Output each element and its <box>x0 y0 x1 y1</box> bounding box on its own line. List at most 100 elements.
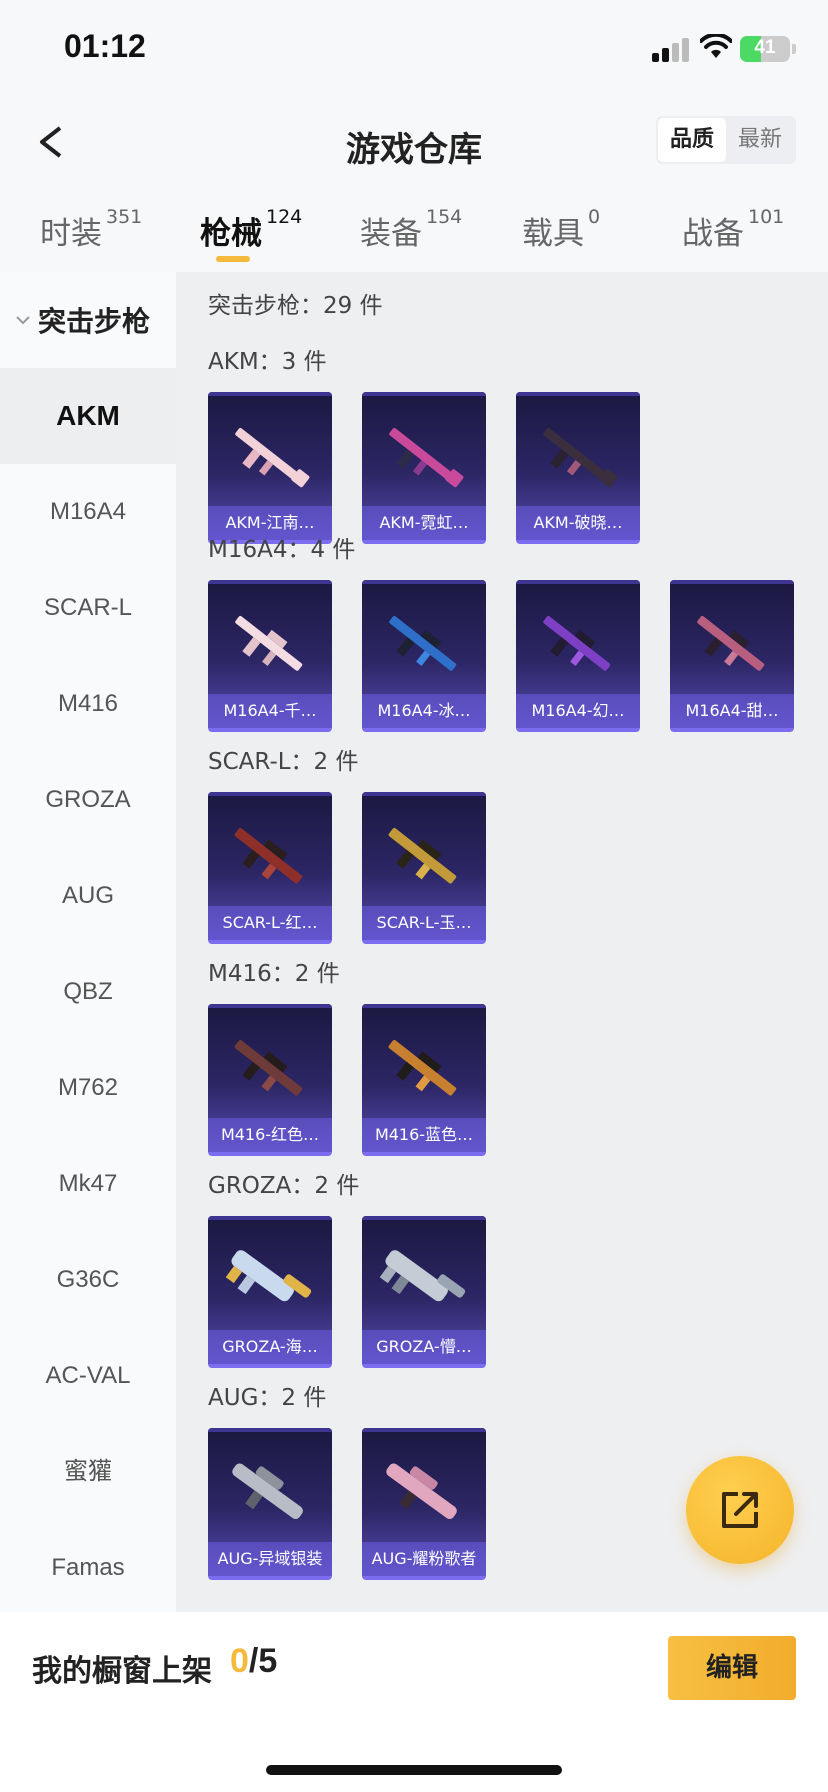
sidebar-item-akm[interactable]: AKM <box>0 368 176 464</box>
sidebar-item-groza[interactable]: GROZA <box>0 752 176 848</box>
sidebar-item-m416[interactable]: M416 <box>0 656 176 752</box>
sidebar-item-aug[interactable]: AUG <box>0 848 176 944</box>
tab-fashion[interactable]: 时装 351 <box>40 206 143 253</box>
active-tab-indicator <box>216 256 250 262</box>
weapon-card[interactable]: AKM-破晓… <box>516 392 640 544</box>
sidebar-item-famas[interactable]: Famas <box>0 1520 176 1616</box>
rifle-icon <box>232 1463 303 1520</box>
rifle-icon <box>225 1250 312 1302</box>
weapon-card[interactable]: GROZA-海… <box>208 1216 332 1368</box>
group-title-scar-l: SCAR-L：2 件 <box>208 749 359 775</box>
weapon-card[interactable]: AUG-耀粉歌者 <box>362 1428 486 1580</box>
sidebar-item-m762[interactable]: M762 <box>0 1040 176 1136</box>
weapon-card-label: M16A4-冰… <box>362 694 486 728</box>
weapon-card[interactable]: AKM-江南… <box>208 392 332 544</box>
weapon-card[interactable]: M416-蓝色… <box>362 1004 486 1156</box>
home-indicator <box>266 1765 562 1775</box>
edit-button[interactable]: 编辑 <box>668 1636 796 1700</box>
sidebar-item-scar-l[interactable]: SCAR-L <box>0 560 176 656</box>
weapon-card-label: GROZA-懵… <box>362 1330 486 1364</box>
weapon-card-label: M16A4-甜… <box>670 694 794 728</box>
group-title-aug: AUG：2 件 <box>208 1385 327 1411</box>
tab-label: 时装 <box>40 216 102 252</box>
battery-icon: 41 <box>740 36 790 62</box>
sidebar-item-mk47[interactable]: Mk47 <box>0 1136 176 1232</box>
rifle-icon <box>697 616 765 671</box>
tab-count: 351 <box>106 206 143 228</box>
weapon-card-label: M416-红色… <box>208 1118 332 1152</box>
weapon-grid: 突击步枪：29 件 AKM：3 件 AKM-江南… AKM-霓虹… AKM-破晓… <box>176 272 828 1612</box>
weapon-card[interactable]: GROZA-懵… <box>362 1216 486 1368</box>
sidebar-item-honey-badger[interactable]: 蜜獾 <box>0 1424 176 1520</box>
weapon-card-label: GROZA-海… <box>208 1330 332 1364</box>
sidebar-group-label: 突击步枪 <box>38 305 151 338</box>
showcase-label: 我的橱窗上架 <box>32 1654 212 1689</box>
rifle-icon <box>389 428 464 488</box>
weapon-card[interactable]: M16A4-冰… <box>362 580 486 732</box>
tab-label: 枪械 <box>200 216 262 252</box>
rifle-icon <box>389 616 457 671</box>
rifle-icon <box>543 428 618 488</box>
tab-equipment[interactable]: 装备 154 <box>360 206 463 253</box>
weapon-card[interactable]: SCAR-L-红… <box>208 792 332 944</box>
share-external-icon <box>722 1492 758 1528</box>
tab-label: 战备 <box>682 216 744 252</box>
rifle-icon <box>388 1040 457 1096</box>
category-tabs: 时装 351 枪械 124 装备 154 载具 0 战备 101 <box>0 190 828 272</box>
showcase-current: 0 <box>230 1642 249 1680</box>
share-button[interactable] <box>686 1456 794 1564</box>
battery-percent: 41 <box>754 37 776 58</box>
weapon-card-label: SCAR-L-红… <box>208 906 332 940</box>
sidebar-item-ac-val[interactable]: AC-VAL <box>0 1328 176 1424</box>
sort-newest-button[interactable]: 最新 <box>726 118 794 162</box>
weapon-card[interactable]: M16A4-幻… <box>516 580 640 732</box>
chevron-down-icon <box>16 316 30 325</box>
weapon-card-label: AUG-耀粉歌者 <box>362 1542 486 1576</box>
showcase-total: /5 <box>248 1642 278 1680</box>
battery-cap <box>792 44 796 54</box>
weapon-card[interactable]: M416-红色… <box>208 1004 332 1156</box>
rifle-icon <box>386 1463 457 1520</box>
group-title-m16a4: M16A4：4 件 <box>208 537 356 563</box>
sidebar-item-qbz[interactable]: QBZ <box>0 944 176 1040</box>
status-time: 01:12 <box>64 28 146 64</box>
weapon-card[interactable]: AKM-霓虹… <box>362 392 486 544</box>
tab-supplies[interactable]: 战备 101 <box>682 206 785 253</box>
rifle-icon <box>235 428 310 488</box>
sidebar-item-g36c[interactable]: G36C <box>0 1232 176 1328</box>
weapon-card-label: AKM-破晓… <box>516 506 640 540</box>
weapon-sidebar: 突击步枪 AKM M16A4 SCAR-L M416 GROZA AUG QBZ… <box>0 272 176 1612</box>
rifle-icon <box>235 616 303 671</box>
rifle-icon <box>379 1250 466 1302</box>
showcase-count: 0/5 <box>230 1642 277 1681</box>
weapon-card-label: M16A4-千… <box>208 694 332 728</box>
tab-firearms[interactable]: 枪械 124 <box>200 206 303 253</box>
tab-count: 101 <box>748 206 785 228</box>
weapon-card[interactable]: SCAR-L-玉… <box>362 792 486 944</box>
weapon-card-label: AKM-霓虹… <box>362 506 486 540</box>
rifle-icon <box>543 616 611 671</box>
weapon-card[interactable]: M16A4-千… <box>208 580 332 732</box>
tab-label: 装备 <box>360 216 422 252</box>
rifle-icon <box>388 828 457 884</box>
tab-label: 载具 <box>522 216 584 252</box>
sort-quality-button[interactable]: 品质 <box>658 118 726 162</box>
weapon-card-label: M416-蓝色… <box>362 1118 486 1152</box>
status-bar: 01:12 41 <box>0 0 828 100</box>
tab-count: 154 <box>426 206 463 228</box>
weapon-card[interactable]: M16A4-甜… <box>670 580 794 732</box>
wifi-icon <box>700 34 732 58</box>
rifle-icon <box>234 828 303 884</box>
tab-count: 124 <box>266 206 303 228</box>
sidebar-item-m16a4[interactable]: M16A4 <box>0 464 176 560</box>
group-title-akm: AKM：3 件 <box>208 349 327 375</box>
tab-vehicles[interactable]: 载具 0 <box>522 206 601 253</box>
weapon-card[interactable]: AUG-异域银装 <box>208 1428 332 1580</box>
rifle-icon <box>234 1040 303 1096</box>
section-total: 突击步枪：29 件 <box>208 293 383 319</box>
nav-bar: 游戏仓库 品质 最新 <box>0 100 828 190</box>
sidebar-group-assault-rifles[interactable]: 突击步枪 <box>0 272 176 368</box>
tab-count: 0 <box>588 206 601 228</box>
weapon-card-label: SCAR-L-玉… <box>362 906 486 940</box>
sort-toggle: 品质 最新 <box>656 116 796 164</box>
